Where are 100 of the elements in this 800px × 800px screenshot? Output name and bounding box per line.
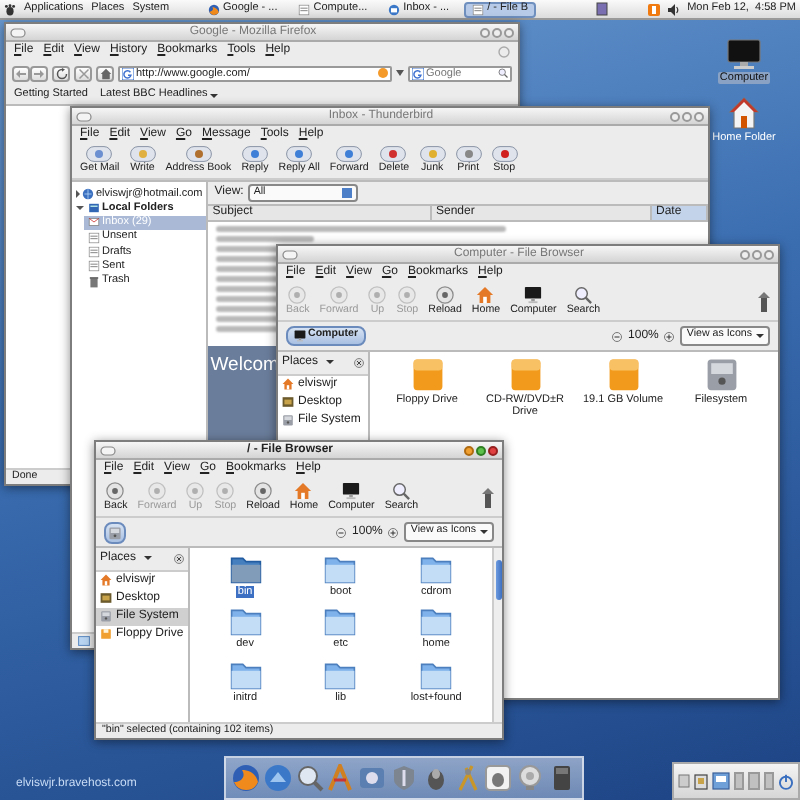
window-menu-icon[interactable] [76, 111, 92, 121]
reload-icon [55, 67, 67, 79]
shield-icon[interactable] [389, 764, 418, 792]
tray-icon[interactable] [595, 2, 608, 16]
folder-icon[interactable] [420, 604, 453, 637]
workspace-icon[interactable] [712, 772, 730, 790]
circle-icon [436, 285, 455, 304]
minimize-button[interactable] [464, 445, 474, 455]
update-icon[interactable] [647, 3, 660, 15]
close-icon[interactable] [354, 357, 364, 368]
toolbar-icon [185, 146, 212, 163]
toolbar-icon [380, 146, 407, 163]
caret-icon[interactable] [144, 556, 153, 561]
zoom-in-icon[interactable] [664, 331, 675, 341]
globe-icon [207, 3, 220, 15]
site-icon [412, 67, 424, 79]
show-desktop-icon[interactable] [678, 774, 690, 788]
toolbar-icon [419, 146, 446, 163]
maximize-button[interactable] [752, 249, 762, 259]
minimize-button[interactable] [480, 27, 490, 37]
maximize-button[interactable] [492, 27, 502, 37]
location-button[interactable] [104, 521, 126, 543]
caret-icon [756, 334, 764, 338]
magnifier-icon[interactable] [295, 764, 324, 792]
zoom-out-icon[interactable] [336, 527, 347, 537]
toolbar-icon [86, 146, 113, 163]
folder-icon[interactable] [420, 552, 453, 584]
globe-icon[interactable] [231, 764, 260, 792]
zoom-out-icon[interactable] [612, 331, 623, 341]
folder-icon[interactable] [324, 604, 357, 637]
caret-icon [480, 530, 488, 534]
mail-icon [387, 3, 400, 15]
scrollbar-thumb[interactable] [495, 560, 501, 600]
monitor-icon [342, 481, 361, 500]
toolbar-icon [491, 146, 518, 163]
drive-icon[interactable] [507, 356, 543, 392]
circle-icon [330, 285, 348, 304]
photo-app-icon[interactable] [358, 764, 387, 792]
blurred-text [216, 235, 314, 242]
minimize-button[interactable] [670, 111, 680, 121]
hard-disk-icon [100, 610, 112, 623]
toolbar-icon [336, 146, 363, 163]
circle-icon [254, 481, 273, 500]
trash-icon [88, 275, 100, 288]
inbox-icon [88, 216, 100, 229]
right-arrow-icon [34, 69, 44, 77]
folder-icon[interactable] [229, 552, 262, 584]
house-icon [476, 285, 495, 304]
toolbar-icon [455, 146, 482, 163]
feed-icon[interactable] [378, 68, 388, 78]
search-icon[interactable] [498, 68, 508, 78]
drive-icon[interactable] [409, 356, 445, 392]
circle-icon [106, 481, 125, 500]
monitor-icon [294, 330, 306, 342]
floppy-icon [100, 628, 112, 640]
window-list-icon[interactable] [694, 773, 708, 789]
folders-icon [88, 201, 100, 214]
home-button[interactable] [96, 65, 114, 81]
house-icon[interactable] [727, 96, 760, 131]
circle-icon [186, 481, 205, 500]
caret-icon[interactable] [209, 93, 218, 97]
close-icon[interactable] [173, 553, 184, 564]
close-button[interactable] [488, 445, 498, 455]
site-icon [122, 67, 134, 79]
folder-icon[interactable] [324, 552, 357, 584]
dropdown-icon [341, 188, 352, 198]
power-icon[interactable] [777, 773, 794, 789]
search-icon [392, 481, 411, 500]
maximize-button[interactable] [682, 111, 692, 121]
monitor-icon[interactable] [726, 38, 762, 70]
reload-button[interactable] [52, 65, 70, 81]
window-menu-icon[interactable] [10, 27, 26, 37]
speaker-icon[interactable] [667, 3, 680, 15]
maximize-button[interactable] [476, 445, 486, 455]
caret-icon[interactable] [396, 70, 404, 76]
zoom-in-icon[interactable] [388, 527, 399, 537]
disc-icon[interactable] [516, 764, 545, 792]
stop-icon [77, 67, 89, 79]
scrollbar[interactable] [492, 548, 502, 722]
search-icon [574, 285, 593, 304]
status-icon [78, 636, 90, 646]
monitor-icon [524, 285, 543, 304]
circle-icon [288, 285, 307, 304]
caret-icon[interactable] [326, 360, 335, 365]
throbber-icon [498, 45, 510, 57]
globe-icon [82, 187, 94, 200]
drive-icon[interactable] [605, 356, 641, 392]
toolbar-icon [286, 146, 313, 163]
circle-icon [398, 285, 417, 304]
desktop-icon [100, 592, 112, 605]
left-arrow-icon [16, 69, 26, 77]
toolbar-icon [241, 146, 268, 163]
window-menu-icon[interactable] [100, 445, 116, 455]
desktop-icon [282, 396, 294, 409]
minimize-button[interactable] [740, 249, 750, 259]
foot-icon[interactable] [4, 3, 16, 15]
circle-icon [148, 481, 166, 500]
folder-icon[interactable] [229, 604, 262, 637]
window-menu-icon[interactable] [282, 249, 298, 259]
back-button[interactable] [12, 65, 30, 81]
